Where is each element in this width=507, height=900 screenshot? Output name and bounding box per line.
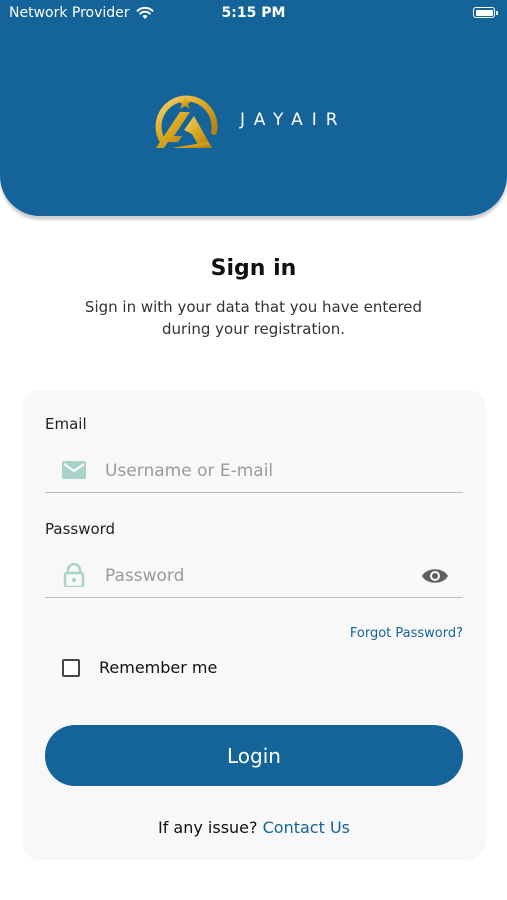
status-bar: Network Provider 5:15 PM xyxy=(0,0,507,28)
email-field-container xyxy=(45,448,463,493)
lock-icon xyxy=(63,563,85,587)
contact-us-link[interactable]: Contact Us xyxy=(263,818,350,837)
brand-logo: JAYAIR xyxy=(152,88,347,152)
eye-icon[interactable] xyxy=(421,565,449,587)
page-subtitle: Sign in with your data that you have ent… xyxy=(60,296,447,340)
issue-text: If any issue? xyxy=(157,818,258,837)
email-input[interactable] xyxy=(103,456,407,486)
forgot-password-link[interactable]: Forgot Password? xyxy=(350,626,463,641)
subtitle-line-1: Sign in with your data that you have ent… xyxy=(84,298,423,316)
status-time: 5:15 PM xyxy=(221,5,286,21)
subtitle-line-2: during your registration. xyxy=(162,320,345,338)
support-line: If any issue? Contact Us xyxy=(22,818,486,837)
brand-name: JAYAIR xyxy=(240,110,347,130)
remember-me-label: Remember me xyxy=(99,658,218,677)
page-title: Sign in xyxy=(210,256,297,281)
mail-icon xyxy=(62,461,86,479)
signin-card: Email Password Forgot Password? Remember… xyxy=(22,390,486,860)
password-label: Password xyxy=(45,520,116,538)
remember-me-toggle[interactable]: Remember me xyxy=(62,658,217,677)
battery-icon xyxy=(473,7,498,18)
login-button[interactable]: Login xyxy=(45,725,463,786)
app-header: Network Provider 5:15 PM JAYAIR xyxy=(0,0,507,216)
email-label: Email xyxy=(45,415,87,433)
password-input[interactable] xyxy=(103,561,407,591)
jayair-logo xyxy=(155,95,218,148)
remember-me-checkbox[interactable] xyxy=(62,658,80,677)
password-field-container xyxy=(45,553,463,598)
